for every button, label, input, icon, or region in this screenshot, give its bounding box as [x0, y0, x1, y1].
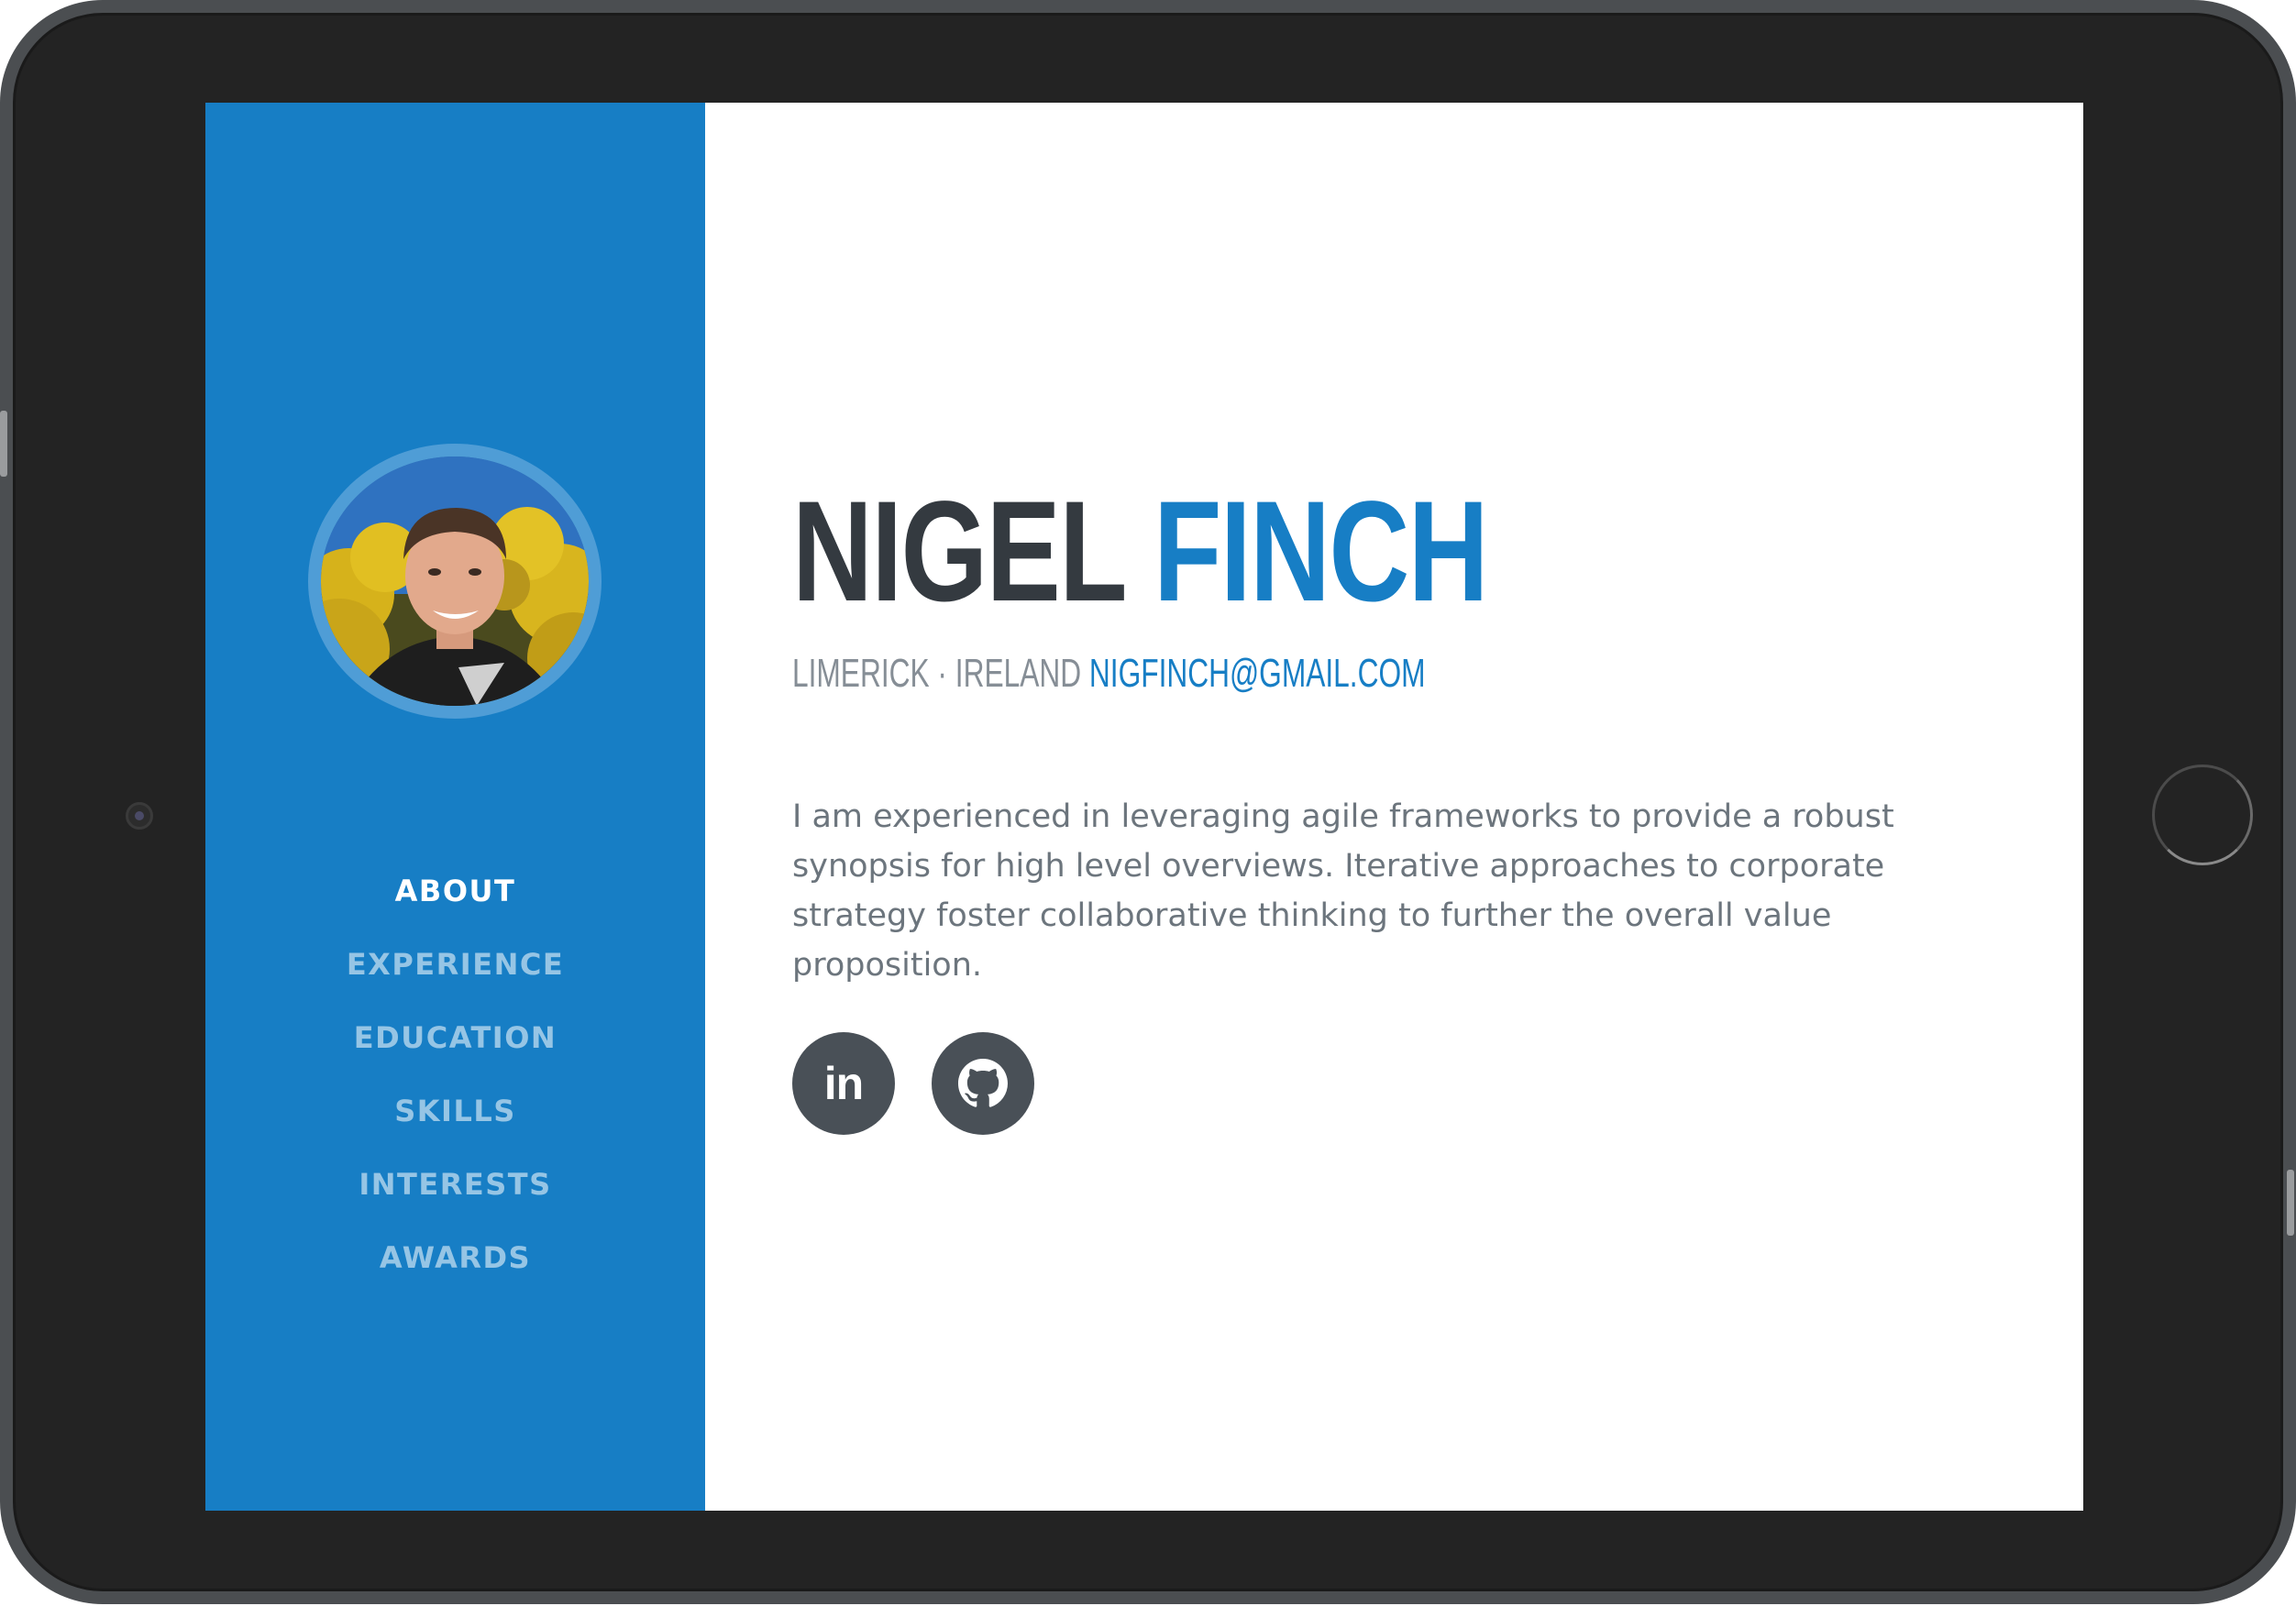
- nav-item-about[interactable]: ABOUT: [205, 854, 705, 928]
- nav-item-education[interactable]: EDUCATION: [205, 1001, 705, 1074]
- volume-up-button: [0, 411, 7, 477]
- nav-item-experience[interactable]: EXPERIENCE: [205, 928, 705, 1001]
- email-link[interactable]: NIGFINCH@GMAIL.COM: [1089, 651, 1426, 696]
- home-button[interactable]: [2152, 764, 2253, 865]
- screen: ABOUT EXPERIENCE EDUCATION SKILLS INTERE…: [205, 103, 2083, 1511]
- nav-item-awards[interactable]: AWARDS: [205, 1221, 705, 1294]
- nav-item-interests[interactable]: INTERESTS: [205, 1148, 705, 1221]
- linkedin-icon: in: [823, 1058, 864, 1109]
- location: LIMERICK · IRELAND: [792, 651, 1082, 696]
- nav-menu: ABOUT EXPERIENCE EDUCATION SKILLS INTERE…: [205, 854, 705, 1294]
- page-title: NIGEL FINCH: [792, 478, 1489, 625]
- sidebar: ABOUT EXPERIENCE EDUCATION SKILLS INTERE…: [205, 103, 705, 1511]
- nav-item-skills[interactable]: SKILLS: [205, 1074, 705, 1148]
- avatar: [308, 444, 602, 719]
- last-name: FINCH: [1154, 472, 1489, 632]
- camera-icon: [126, 802, 153, 830]
- subheading: LIMERICK · IRELAND NIGFINCH@GMAIL.COM: [792, 651, 1425, 697]
- power-button: [2287, 1170, 2294, 1236]
- profile-photo: [321, 456, 589, 706]
- first-name: NIGEL: [792, 472, 1125, 632]
- bio-text: I am experienced in leveraging agile fra…: [792, 798, 1894, 984]
- github-icon: [958, 1059, 1008, 1107]
- linkedin-button[interactable]: in: [792, 1032, 895, 1135]
- github-button[interactable]: [932, 1032, 1034, 1135]
